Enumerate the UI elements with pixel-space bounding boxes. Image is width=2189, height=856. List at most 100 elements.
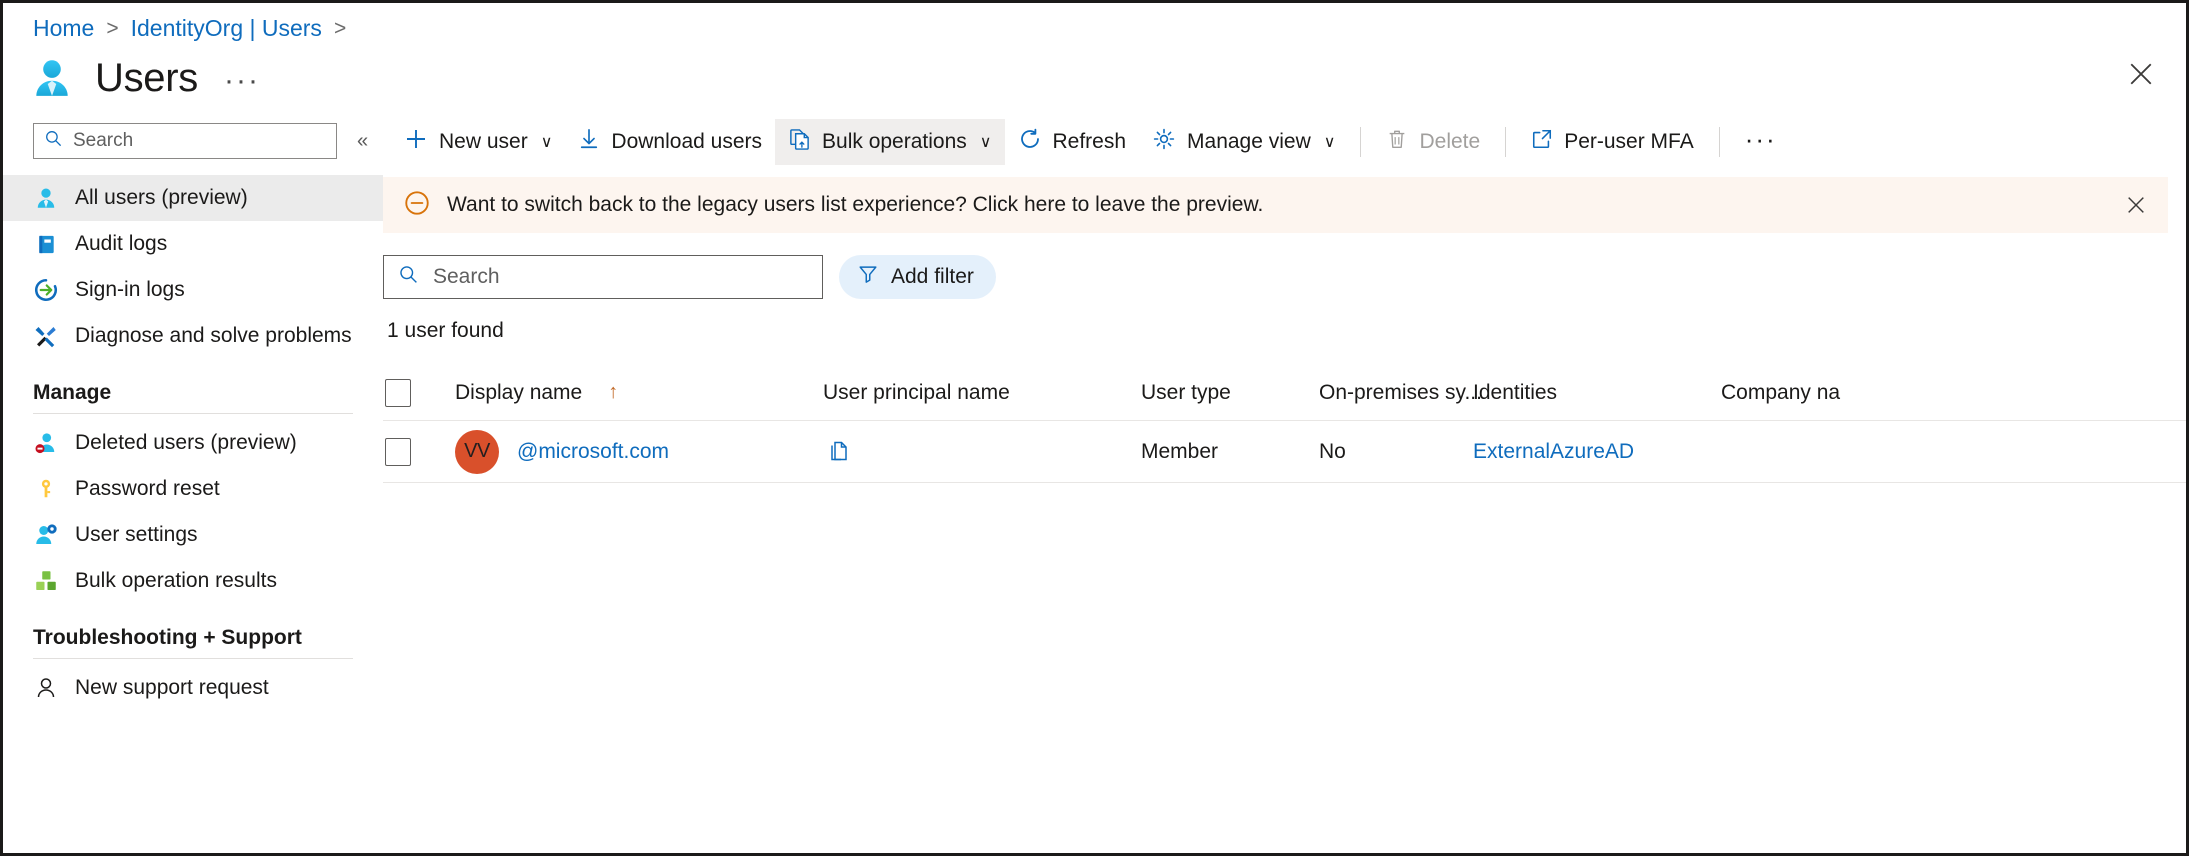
external-link-icon (1531, 128, 1553, 156)
toolbar-divider (1718, 127, 1720, 157)
per-user-mfa-label: Per-user MFA (1564, 130, 1694, 153)
sidebar-search-input[interactable] (71, 129, 311, 153)
close-icon (2128, 197, 2144, 213)
chevron-down-icon: ∨ (979, 134, 992, 151)
sidebar-item-label: Deleted users (preview) (75, 431, 297, 454)
close-icon (2130, 63, 2152, 85)
deleted-user-icon (33, 430, 59, 456)
page-more-menu[interactable]: ··· (218, 66, 266, 96)
bulk-results-icon (33, 568, 59, 594)
circle-minus-icon (403, 189, 431, 222)
cell-identities: ExternalAzureAD (1473, 440, 1721, 464)
plus-icon (404, 127, 428, 157)
sidebar-item-label: User settings (75, 523, 198, 546)
toolbar-divider (1360, 127, 1362, 157)
refresh-icon (1018, 127, 1042, 157)
column-header-display-name[interactable]: Display name ↑ (455, 381, 823, 405)
preview-banner: Want to switch back to the legacy users … (383, 177, 2168, 233)
download-users-button[interactable]: Download users (565, 119, 775, 165)
wrench-icon (33, 323, 59, 349)
download-users-label: Download users (611, 130, 763, 153)
new-user-label: New user (439, 130, 528, 153)
preview-banner-text[interactable]: Want to switch back to the legacy users … (447, 193, 1263, 217)
sidebar-item-label: Password reset (75, 477, 220, 500)
column-header-on-premises-sync[interactable]: On-premises sy... (1319, 381, 1482, 405)
refresh-label: Refresh (1052, 130, 1127, 153)
close-banner-button[interactable] (2120, 189, 2152, 221)
chevron-down-icon: ∨ (540, 134, 553, 151)
support-person-icon (33, 675, 59, 701)
row-select-cell (383, 437, 455, 466)
column-header-user-type[interactable]: User type (1141, 381, 1319, 405)
table-header-row: Display name ↑ User principal name User … (383, 365, 2186, 421)
user-icon (29, 55, 75, 101)
sidebar-item-user-settings[interactable]: User settings (3, 512, 383, 558)
user-settings-icon (33, 522, 59, 548)
delete-label: Delete (1419, 130, 1481, 153)
select-all-cell (383, 378, 455, 407)
cell-user-principal-name (823, 436, 1141, 468)
per-user-mfa-button[interactable]: Per-user MFA (1518, 119, 1707, 165)
key-icon (33, 476, 59, 502)
chevron-down-icon: ∨ (1323, 134, 1336, 151)
manage-view-button[interactable]: Manage view ∨ (1139, 119, 1348, 165)
sidebar-search[interactable] (33, 123, 337, 159)
trash-icon (1386, 128, 1408, 156)
sidebar-item-audit-logs[interactable]: Audit logs (3, 221, 383, 267)
gear-icon (1152, 127, 1176, 157)
page-title-row: Users ··· (29, 55, 266, 101)
breadcrumb: Home > IdentityOrg | Users > (33, 15, 346, 42)
users-table: Display name ↑ User principal name User … (383, 365, 2186, 483)
new-user-button[interactable]: New user ∨ (391, 119, 565, 165)
column-header-user-principal-name[interactable]: User principal name (823, 381, 1141, 405)
sidebar: « All users (preview) (3, 113, 383, 853)
sort-ascending-icon: ↑ (608, 381, 619, 403)
sidebar-item-label: All users (preview) (75, 186, 248, 209)
cell-user-type: Member (1141, 439, 1219, 463)
blade-window: Home > IdentityOrg | Users > Users ··· S… (0, 0, 2189, 856)
bulk-upload-icon (788, 128, 811, 157)
filter-icon (857, 263, 879, 291)
refresh-button[interactable]: Refresh (1005, 119, 1140, 165)
table-row[interactable]: VV @microsoft.com Member No ExternalAzur… (383, 421, 2186, 483)
row-checkbox[interactable] (385, 437, 411, 466)
sidebar-item-diagnose-and-solve-problems[interactable]: Diagnose and solve problems (3, 313, 383, 359)
divider (33, 413, 353, 414)
command-toolbar: New user ∨ Download users Bulk operation… (383, 113, 2186, 171)
add-filter-button[interactable]: Add filter (839, 255, 996, 299)
display-name-link[interactable]: @microsoft.com (517, 440, 669, 464)
avatar: VV (455, 429, 499, 474)
sidebar-item-all-users[interactable]: All users (preview) (3, 175, 383, 221)
sidebar-item-new-support-request[interactable]: New support request (3, 665, 383, 711)
users-search[interactable] (383, 255, 823, 299)
sidebar-item-bulk-operation-results[interactable]: Bulk operation results (3, 558, 383, 604)
sidebar-item-password-reset[interactable]: Password reset (3, 466, 383, 512)
users-search-input[interactable] (431, 264, 791, 290)
select-all-checkbox[interactable] (385, 378, 411, 407)
search-icon (398, 264, 419, 290)
breadcrumb-item-home[interactable]: Home (33, 15, 94, 42)
sidebar-item-label: Sign-in logs (75, 278, 185, 301)
bulk-operations-label: Bulk operations (822, 130, 967, 153)
sidebar-primary-list: All users (preview) Audit logs Sign-in l… (3, 175, 383, 359)
delete-button[interactable]: Delete (1373, 119, 1493, 165)
sidebar-item-deleted-users[interactable]: Deleted users (preview) (3, 420, 383, 466)
sidebar-item-label: Audit logs (75, 232, 168, 255)
bulk-operations-button[interactable]: Bulk operations ∨ (775, 119, 1005, 165)
column-header-company-name[interactable]: Company na (1721, 381, 2186, 405)
sidebar-item-sign-in-logs[interactable]: Sign-in logs (3, 267, 383, 313)
search-icon (44, 129, 63, 153)
close-blade-button[interactable] (2120, 53, 2162, 95)
result-count: 1 user found (387, 319, 504, 342)
breadcrumb-item-identityorg-users[interactable]: IdentityOrg | Users (131, 15, 322, 42)
cell-on-premises-sync: No (1319, 439, 1346, 463)
main-content: New user ∨ Download users Bulk operation… (383, 113, 2186, 853)
user-icon (33, 185, 59, 211)
sidebar-group-troubleshooting: Troubleshooting + Support (33, 626, 302, 649)
collapse-sidebar-button[interactable]: « (351, 127, 374, 155)
column-header-identities[interactable]: Identities (1473, 381, 1721, 405)
sidebar-item-label: Bulk operation results (75, 569, 277, 592)
copy-icon[interactable] (823, 436, 855, 468)
identities-link[interactable]: ExternalAzureAD (1473, 440, 1634, 463)
toolbar-overflow-button[interactable]: ··· (1732, 119, 1790, 165)
